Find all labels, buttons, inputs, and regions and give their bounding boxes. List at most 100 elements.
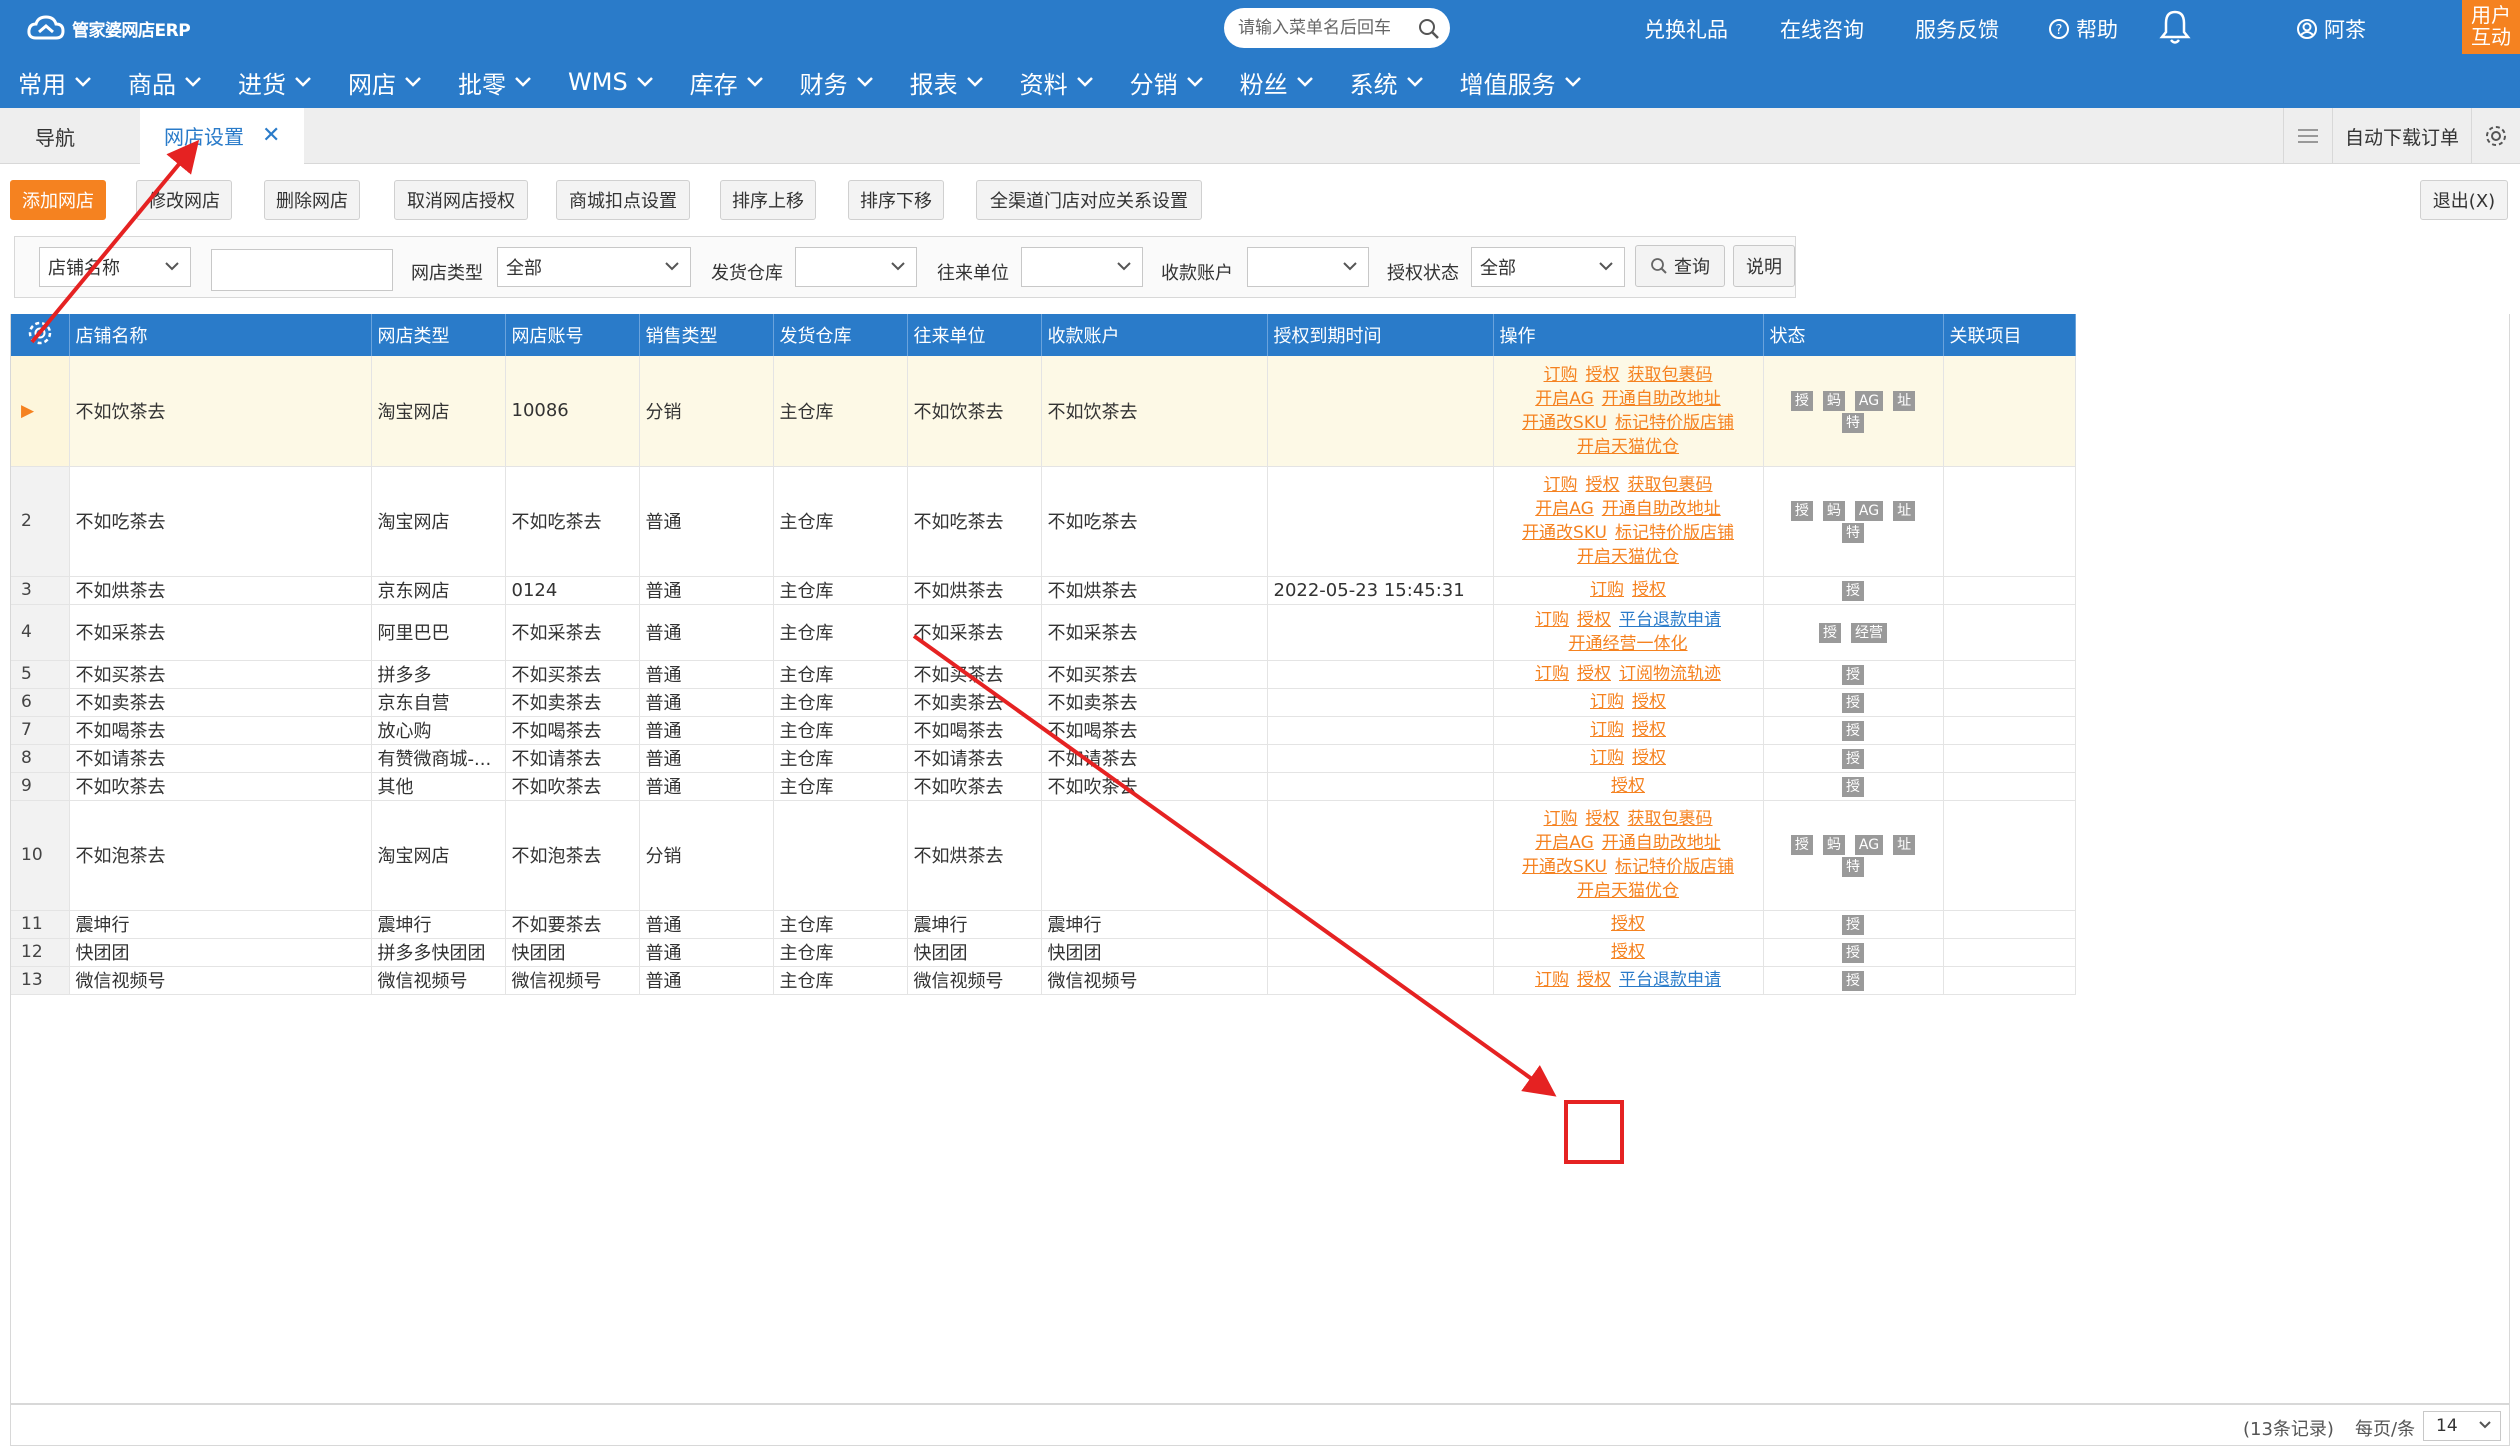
edit-shop-button[interactable]: 修改网店 (136, 180, 232, 220)
column-settings[interactable] (11, 314, 70, 356)
table-row[interactable]: ▶ 不如饮茶去 淘宝网店 10086 分销 主仓库 不如饮茶去 不如饮茶去 订购 授权 获取包裹码开… (11, 356, 2082, 467)
table-row[interactable]: 10 不如泡茶去 淘宝网店 不如泡茶去 分销 不如烘茶去 订购 授权 获取包裹码 开启AG 开通自助… (11, 800, 2082, 911)
op-link-订购[interactable]: 订购 (1535, 610, 1569, 630)
op-link-开通自助改地址[interactable]: 开通自助改地址 (1602, 833, 1721, 853)
help-link[interactable]: ? 帮助 (2048, 14, 2118, 44)
notification-bell[interactable] (2158, 8, 2192, 46)
op-link-开通改SKU[interactable]: 开通改SKU (1522, 857, 1607, 877)
tab-navigation[interactable]: 导航 (0, 108, 110, 164)
table-row[interactable]: 6 不如卖茶去 京东自营 不如卖茶去 普通 主仓库 不如卖茶去 不如卖茶去 订购 授权授 (11, 688, 2082, 717)
op-link-开启AG[interactable]: 开启AG (1535, 499, 1594, 519)
op-link-开通经营一体化[interactable]: 开通经营一体化 (1569, 634, 1688, 654)
gift-link[interactable]: 兑换礼品 (1644, 14, 1728, 44)
cancel-auth-button[interactable]: 取消网店授权 (394, 180, 528, 220)
table-row[interactable]: 8 不如请茶去 有赞微商城-... 不如请茶去 普通 主仓库 不如请茶去 不如请茶去 订购 授权授 (11, 744, 2082, 773)
op-link-订购[interactable]: 订购 (1590, 720, 1624, 740)
table-row[interactable]: 13 微信视频号 微信视频号 微信视频号 普通 主仓库 微信视频号 微信视频号 订购 授权 平台退款… (11, 966, 2082, 995)
op-link-开启天猫优仓[interactable]: 开启天猫优仓 (1577, 881, 1679, 901)
warehouse-select[interactable] (795, 247, 917, 287)
op-link-开启AG[interactable]: 开启AG (1535, 389, 1594, 409)
column-header-4[interactable]: 发货仓库 (773, 314, 908, 356)
per-page-select[interactable]: 14 (2423, 1411, 2501, 1441)
user-menu[interactable]: 阿茶 (2296, 14, 2366, 44)
table-row[interactable]: 12 快团团 拼多多快团团 快团团 普通 主仓库 快团团 快团团 授权授 (11, 938, 2082, 967)
keyword-input[interactable] (211, 249, 393, 291)
mall-deduction-button[interactable]: 商城扣点设置 (556, 180, 690, 220)
menu-item-3[interactable]: 网店 (330, 60, 440, 104)
op-link-订购[interactable]: 订购 (1544, 365, 1578, 385)
menu-item-1[interactable]: 商品 (110, 60, 220, 104)
op-link-授权[interactable]: 授权 (1611, 914, 1645, 934)
op-link-授权[interactable]: 授权 (1577, 970, 1611, 990)
column-header-9[interactable]: 状态 (1763, 314, 1944, 356)
account-select[interactable] (1247, 247, 1369, 287)
op-link-开启天猫优仓[interactable]: 开启天猫优仓 (1577, 547, 1679, 567)
auto-download-orders-button[interactable]: 自动下载订单 (2331, 108, 2471, 164)
column-header-7[interactable]: 授权到期时间 (1267, 314, 1494, 356)
column-header-10[interactable]: 关联项目 (1943, 314, 2076, 356)
op-link-开通改SKU[interactable]: 开通改SKU (1522, 413, 1607, 433)
menu-item-11[interactable]: 粉丝 (1222, 60, 1332, 104)
close-tab-icon[interactable]: ✕ (262, 123, 280, 148)
consult-link[interactable]: 在线咨询 (1780, 14, 1864, 44)
op-link-授权[interactable]: 授权 (1611, 942, 1645, 962)
auth-status-select[interactable]: 全部 (1471, 247, 1625, 287)
op-link-订购[interactable]: 订购 (1544, 809, 1578, 829)
column-header-8[interactable]: 操作 (1493, 314, 1764, 356)
app-logo[interactable]: 管家婆网店ERP (26, 12, 191, 44)
op-link-标记特价版店铺[interactable]: 标记特价版店铺 (1615, 413, 1734, 433)
channel-mapping-button[interactable]: 全渠道门店对应关系设置 (976, 180, 1202, 220)
menu-item-7[interactable]: 财务 (782, 60, 892, 104)
delete-shop-button[interactable]: 删除网店 (264, 180, 360, 220)
table-row[interactable]: 3 不如烘茶去 京东网店 0124 普通 主仓库 不如烘茶去 不如烘茶去 2022-05-23 … (11, 576, 2082, 605)
partner-select[interactable] (1021, 247, 1143, 287)
menu-item-13[interactable]: 增值服务 (1442, 60, 1600, 104)
op-link-开通自助改地址[interactable]: 开通自助改地址 (1602, 499, 1721, 519)
column-header-2[interactable]: 网店账号 (505, 314, 640, 356)
menu-item-0[interactable]: 常用 (0, 60, 110, 104)
op-link-开启天猫优仓[interactable]: 开启天猫优仓 (1577, 437, 1679, 457)
op-link-获取包裹码[interactable]: 获取包裹码 (1628, 809, 1713, 829)
op-link-授权[interactable]: 授权 (1577, 664, 1611, 684)
op-link-开通自助改地址[interactable]: 开通自助改地址 (1602, 389, 1721, 409)
menu-item-4[interactable]: 批零 (440, 60, 550, 104)
tab-shop-settings[interactable]: 网店设置 ✕ (140, 108, 304, 164)
query-button[interactable]: 查询 (1635, 245, 1725, 287)
op-link-订购[interactable]: 订购 (1535, 970, 1569, 990)
table-row[interactable]: 5 不如买茶去 拼多多 不如买茶去 普通 主仓库 不如买茶去 不如买茶去 订购 授权 订阅物流轨迹授 (11, 660, 2082, 689)
column-header-5[interactable]: 往来单位 (907, 314, 1042, 356)
op-link-开启AG[interactable]: 开启AG (1535, 833, 1594, 853)
shop-type-select[interactable]: 全部 (497, 247, 691, 287)
move-up-button[interactable]: 排序上移 (720, 180, 816, 220)
table-row[interactable]: 9 不如吹茶去 其他 不如吹茶去 普通 主仓库 不如吹茶去 不如吹茶去 授权授 (11, 772, 2082, 801)
table-row[interactable]: 11 震坤行 震坤行 不如要茶去 普通 主仓库 震坤行 震坤行 授权授 (11, 910, 2082, 939)
op-link-订阅物流轨迹[interactable]: 订阅物流轨迹 (1619, 664, 1721, 684)
list-view-button[interactable] (2282, 108, 2332, 164)
op-link-获取包裹码[interactable]: 获取包裹码 (1628, 475, 1713, 495)
op-link-授权[interactable]: 授权 (1632, 580, 1666, 600)
op-link-订购[interactable]: 订购 (1590, 580, 1624, 600)
user-interaction-button[interactable]: 用户 互动 (2462, 0, 2520, 54)
op-link-开通改SKU[interactable]: 开通改SKU (1522, 523, 1607, 543)
settings-button[interactable] (2471, 108, 2520, 164)
op-link-授权[interactable]: 授权 (1586, 809, 1620, 829)
menu-item-12[interactable]: 系统 (1332, 60, 1442, 104)
field-select[interactable]: 店铺名称 (39, 247, 191, 287)
menu-search-input[interactable] (1238, 18, 1418, 38)
table-row[interactable]: 2 不如吃茶去 淘宝网店 不如吃茶去 普通 主仓库 不如吃茶去 不如吃茶去 订购 授权 获取包裹码开… (11, 466, 2082, 577)
op-link-授权[interactable]: 授权 (1577, 610, 1611, 630)
column-header-3[interactable]: 销售类型 (639, 314, 774, 356)
search-icon[interactable] (1418, 18, 1440, 40)
menu-item-2[interactable]: 进货 (220, 60, 330, 104)
op-link-订购[interactable]: 订购 (1590, 692, 1624, 712)
menu-item-6[interactable]: 库存 (672, 60, 782, 104)
op-link-授权[interactable]: 授权 (1632, 720, 1666, 740)
op-link-平台退款申请[interactable]: 平台退款申请 (1619, 610, 1721, 630)
op-link-授权[interactable]: 授权 (1586, 475, 1620, 495)
op-link-授权[interactable]: 授权 (1632, 748, 1666, 768)
op-link-标记特价版店铺[interactable]: 标记特价版店铺 (1615, 523, 1734, 543)
explain-button[interactable]: 说明 (1733, 245, 1795, 287)
menu-item-10[interactable]: 分销 (1112, 60, 1222, 104)
column-header-1[interactable]: 网店类型 (371, 314, 506, 356)
menu-item-5[interactable]: WMS (550, 60, 672, 104)
